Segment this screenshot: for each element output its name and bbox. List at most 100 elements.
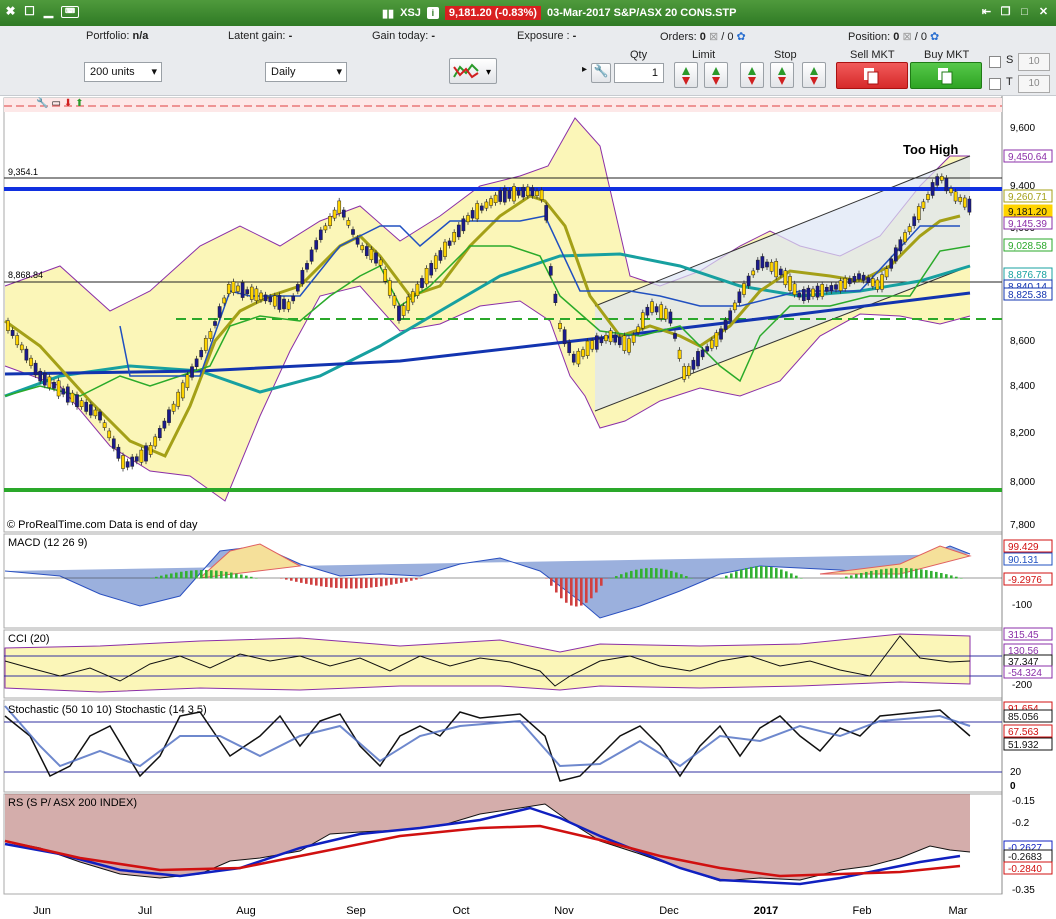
portfolio-info: Portfolio: n/a bbox=[86, 30, 149, 42]
macd-bar bbox=[595, 578, 598, 593]
candle bbox=[880, 271, 884, 293]
candle-down bbox=[268, 296, 273, 303]
candle-down bbox=[245, 289, 250, 295]
qty-input[interactable]: 1 bbox=[614, 63, 664, 83]
candle bbox=[585, 338, 590, 359]
limit-buy-button[interactable] bbox=[674, 62, 698, 88]
candle-up bbox=[742, 283, 746, 295]
candle-down bbox=[893, 247, 898, 262]
candle-down bbox=[829, 285, 834, 292]
candle-down bbox=[116, 446, 121, 459]
stop-button-1[interactable] bbox=[740, 62, 764, 88]
collapse-arrow-icon[interactable]: ▸ bbox=[582, 64, 587, 75]
bar-chart-icon: ▮▮ bbox=[382, 7, 395, 20]
s-checkbox[interactable] bbox=[989, 56, 1001, 68]
wrench-icon[interactable]: 🔧 bbox=[36, 98, 48, 109]
limit-sell-button[interactable] bbox=[704, 62, 728, 88]
candle-down bbox=[341, 209, 346, 218]
macd-bar bbox=[645, 568, 648, 579]
hline-9354-label: 9,354.1 bbox=[8, 167, 38, 177]
macd-title: MACD (12 26 9) bbox=[8, 537, 87, 549]
candle-down bbox=[309, 249, 314, 262]
stop-button-2[interactable] bbox=[770, 62, 794, 88]
restore-icon[interactable]: ❐ bbox=[999, 6, 1012, 19]
macd-tag: -9.2976 bbox=[1008, 575, 1042, 586]
macd-bar bbox=[860, 573, 863, 579]
arrow-up-icon[interactable]: ⬆ bbox=[75, 98, 83, 109]
orders-icon[interactable]: ⊠ bbox=[709, 31, 718, 43]
candle-down bbox=[912, 216, 917, 226]
candle-up bbox=[286, 301, 291, 310]
macd-bar bbox=[150, 578, 153, 579]
candle-up bbox=[93, 409, 98, 417]
position-gear-icon[interactable]: ✿ bbox=[930, 31, 939, 43]
candle bbox=[562, 326, 567, 347]
wrench-button[interactable]: 🔧 bbox=[591, 63, 611, 83]
macd-bar bbox=[650, 568, 653, 579]
window-icon[interactable]: ▭ bbox=[51, 98, 60, 109]
indicators-button[interactable]: ▾ bbox=[449, 58, 497, 84]
info-icon[interactable]: i bbox=[426, 7, 439, 19]
close-window-icon[interactable]: ✕ bbox=[1037, 6, 1050, 19]
price-axis-label: 8,000 bbox=[1010, 477, 1035, 488]
macd-bar bbox=[665, 569, 668, 579]
candle-up bbox=[608, 330, 613, 343]
candle bbox=[627, 335, 631, 356]
candle-up bbox=[820, 284, 825, 297]
candle-down bbox=[668, 311, 673, 324]
macd-bar bbox=[285, 578, 288, 580]
price-header-band bbox=[4, 98, 1002, 112]
t-input[interactable]: 10 bbox=[1018, 75, 1050, 93]
macd-bar bbox=[310, 578, 313, 585]
position-icon[interactable]: ⊠ bbox=[902, 31, 911, 43]
square-icon[interactable]: ☐ bbox=[23, 5, 36, 18]
macd-tag: 90.131 bbox=[1008, 555, 1039, 566]
close-icon[interactable]: ✖ bbox=[4, 5, 17, 18]
x-axis-label: Aug bbox=[236, 905, 256, 917]
macd-bar bbox=[205, 570, 208, 579]
candle-up bbox=[47, 376, 52, 388]
arrow-down-icon[interactable]: ⬇ bbox=[64, 98, 72, 109]
candle-up bbox=[406, 296, 411, 311]
macd-bar bbox=[255, 578, 258, 579]
candle-down bbox=[944, 177, 949, 192]
candle-down bbox=[521, 186, 526, 198]
s-input[interactable]: 10 bbox=[1018, 53, 1050, 71]
candle-down bbox=[277, 295, 282, 310]
candle bbox=[65, 383, 70, 406]
candle-up bbox=[383, 269, 388, 282]
buy-mkt-button[interactable] bbox=[910, 62, 982, 89]
cci-tag: 315.45 bbox=[1008, 630, 1039, 641]
stop-button-3[interactable] bbox=[802, 62, 826, 88]
macd-bar bbox=[350, 578, 353, 589]
candle-down bbox=[857, 273, 861, 280]
period-select[interactable]: Daily bbox=[265, 62, 347, 82]
candle-up bbox=[236, 285, 240, 292]
units-select[interactable]: 200 units bbox=[84, 62, 162, 82]
sell-mkt-button[interactable] bbox=[836, 62, 908, 89]
candle-down bbox=[847, 278, 852, 284]
candle bbox=[576, 348, 581, 367]
macd-bar bbox=[195, 570, 198, 579]
keyboard-icon[interactable]: ⌨ bbox=[61, 5, 79, 18]
back-icon[interactable]: ⇤ bbox=[980, 6, 993, 19]
orders-gear-icon[interactable]: ✿ bbox=[737, 31, 746, 43]
candle-up bbox=[535, 190, 539, 196]
candle-up bbox=[323, 225, 328, 231]
too-high-annotation[interactable]: Too High bbox=[903, 142, 958, 157]
macd-bar bbox=[345, 578, 348, 589]
minimize-icon[interactable]: ▁ bbox=[42, 5, 55, 18]
maximize-icon[interactable]: □ bbox=[1018, 6, 1031, 19]
stoch-tag: 85.056 bbox=[1008, 712, 1039, 723]
candle-down bbox=[705, 346, 710, 352]
candle bbox=[397, 302, 401, 324]
candle-up bbox=[751, 270, 756, 276]
candle-up bbox=[249, 286, 254, 300]
price-tag: 9,145.39 bbox=[1008, 219, 1047, 230]
candle-up bbox=[884, 268, 889, 278]
candle bbox=[433, 252, 438, 272]
candle-up bbox=[493, 194, 498, 204]
macd-bar bbox=[410, 578, 413, 581]
t-checkbox[interactable] bbox=[989, 78, 1001, 90]
candle-down bbox=[217, 306, 222, 318]
